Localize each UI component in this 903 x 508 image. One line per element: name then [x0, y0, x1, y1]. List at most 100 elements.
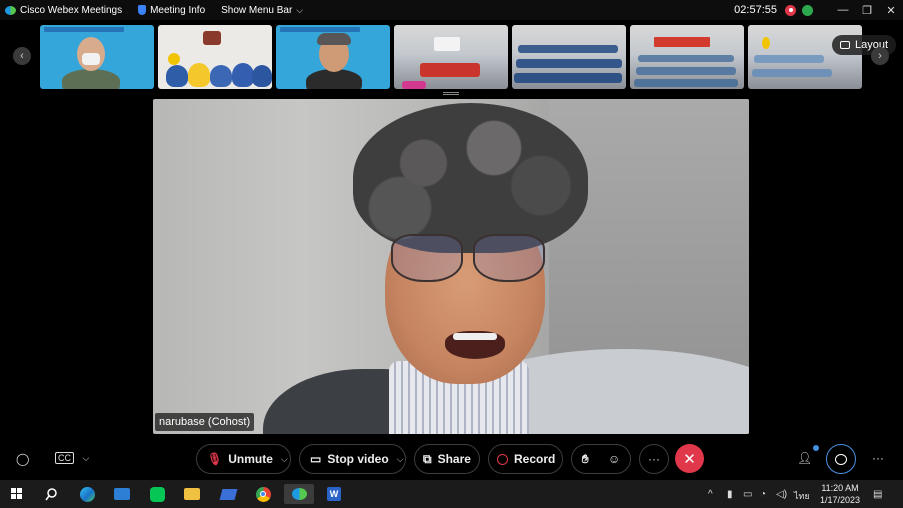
chevron-down-icon: ⌵: [296, 4, 304, 15]
network-health-icon[interactable]: [802, 4, 813, 16]
audio-connection-icon[interactable]: ◯: [16, 452, 29, 466]
participants-button[interactable]: 👤︎: [797, 451, 812, 465]
taskbar-chrome[interactable]: [252, 484, 274, 504]
taskbar-date: 1/17/2023: [819, 495, 861, 505]
close-icon: ✕: [683, 450, 696, 468]
students-row: [752, 69, 832, 77]
participant-body: [252, 65, 272, 87]
mic-muted-icon: 🎙︎: [207, 452, 223, 466]
more-options-button[interactable]: ···: [639, 444, 669, 474]
share-screen-icon: ⧉: [423, 451, 432, 466]
banner-graphic: [280, 27, 360, 32]
word-icon: W: [327, 487, 341, 501]
language-indicator[interactable]: ไทย: [794, 489, 810, 503]
chrome-icon: [255, 486, 271, 502]
participant-thumbnail[interactable]: [394, 25, 508, 89]
face-mask: [82, 53, 100, 65]
reactions-icon[interactable]: ☺: [608, 452, 620, 466]
speaker-mouth: [445, 331, 505, 359]
taskbar-line[interactable]: [146, 484, 168, 504]
meeting-info-button[interactable]: Meeting Info: [138, 5, 205, 16]
notification-dot: [813, 445, 819, 451]
speaker-glasses: [385, 234, 550, 284]
participant-thumbnail[interactable]: [512, 25, 626, 89]
students-row: [516, 59, 622, 68]
app-icon: [219, 488, 237, 500]
layout-icon: [840, 41, 850, 49]
taskbar-file-explorer[interactable]: [181, 484, 203, 504]
camera-icon: ▭: [310, 452, 322, 466]
students-row: [634, 79, 738, 87]
shield-icon: [138, 5, 147, 15]
students-row: [514, 73, 622, 83]
participant-thumbnail[interactable]: [40, 25, 154, 89]
tray-overflow-icon[interactable]: ^: [708, 489, 713, 500]
volume-icon[interactable]: ◁): [776, 489, 787, 500]
unmute-button[interactable]: 🎙︎ Unmute ⌵: [196, 444, 291, 474]
taskbar-mail[interactable]: [111, 484, 133, 504]
leave-meeting-button[interactable]: ✕: [675, 444, 704, 473]
glasses-lens: [391, 234, 463, 282]
title-bar: Cisco Webex Meetings Meeting Info Show M…: [0, 0, 903, 20]
chair-graphic: [402, 81, 426, 89]
search-button[interactable]: [40, 484, 62, 504]
share-button[interactable]: ⧉ Share: [414, 444, 480, 474]
yellow-graphic: [168, 53, 180, 65]
students-row: [754, 55, 824, 63]
students-row: [638, 55, 734, 62]
more-panels-button[interactable]: ···: [872, 451, 884, 465]
taskbar-app[interactable]: [217, 484, 239, 504]
stop-video-button[interactable]: ▭ Stop video ⌵: [299, 444, 406, 474]
chevron-down-icon: ⌵: [82, 453, 90, 463]
chevron-down-icon[interactable]: ⌵: [397, 454, 404, 465]
usb-icon[interactable]: ▮: [727, 489, 733, 500]
banner-graphic: [654, 37, 710, 47]
reactions-group: ✋︎ ☺: [571, 444, 631, 474]
participants-icon: 👤︎: [797, 451, 813, 465]
students-graphic: [420, 63, 480, 77]
meeting-info-label: Meeting Info: [150, 4, 206, 16]
thumbnails-next-button[interactable]: ›: [871, 47, 889, 65]
taskbar-time: 11:20 AM: [821, 483, 859, 493]
participant-thumbnail[interactable]: [158, 25, 272, 89]
students-row: [636, 67, 736, 75]
captions-button[interactable]: CC ⌵: [55, 452, 90, 464]
students-row: [518, 45, 618, 53]
show-menu-bar-button[interactable]: Show Menu Bar ⌵: [221, 5, 303, 16]
wifi-icon[interactable]: ◔: [760, 489, 766, 500]
chevron-down-icon[interactable]: ⌵: [281, 454, 288, 465]
glasses-lens: [473, 234, 545, 282]
minimize-icon[interactable]: —: [831, 4, 855, 16]
record-button[interactable]: Record: [488, 444, 563, 474]
restore-icon[interactable]: ❐: [855, 4, 879, 17]
participant-body: [188, 63, 210, 87]
speaker-hair: [353, 103, 588, 253]
close-icon[interactable]: ✕: [879, 4, 903, 17]
folder-icon: [184, 488, 200, 500]
recording-indicator-icon[interactable]: [785, 4, 796, 16]
raise-hand-icon[interactable]: ✋︎: [582, 452, 589, 467]
resize-handle[interactable]: [443, 92, 459, 95]
active-speaker-video: [153, 99, 749, 434]
chat-button[interactable]: [826, 444, 856, 474]
app-name: Cisco Webex Meetings: [20, 4, 123, 16]
taskbar-clock[interactable]: 11:20 AM 1/17/2023: [812, 482, 868, 506]
webex-icon: [291, 488, 307, 500]
share-label: Share: [437, 452, 471, 466]
taskbar-webex[interactable]: [284, 484, 314, 504]
participant-thumbnail[interactable]: [630, 25, 744, 89]
notifications-icon[interactable]: ▤: [873, 489, 882, 500]
more-panels-label: ···: [872, 451, 884, 465]
participant-body: [210, 65, 232, 87]
windows-logo-icon: [11, 488, 22, 499]
battery-icon[interactable]: ▭: [743, 489, 752, 500]
thumbnails-prev-button[interactable]: ‹: [13, 47, 31, 65]
show-menu-bar-label: Show Menu Bar: [221, 4, 293, 16]
taskbar-edge[interactable]: [76, 484, 98, 504]
webex-logo-icon: [5, 5, 16, 15]
participant-body: [232, 63, 254, 87]
more-options-label: ···: [648, 452, 660, 466]
start-button[interactable]: [6, 484, 28, 504]
participant-thumbnail[interactable]: [276, 25, 390, 89]
taskbar-word[interactable]: W: [323, 484, 345, 504]
